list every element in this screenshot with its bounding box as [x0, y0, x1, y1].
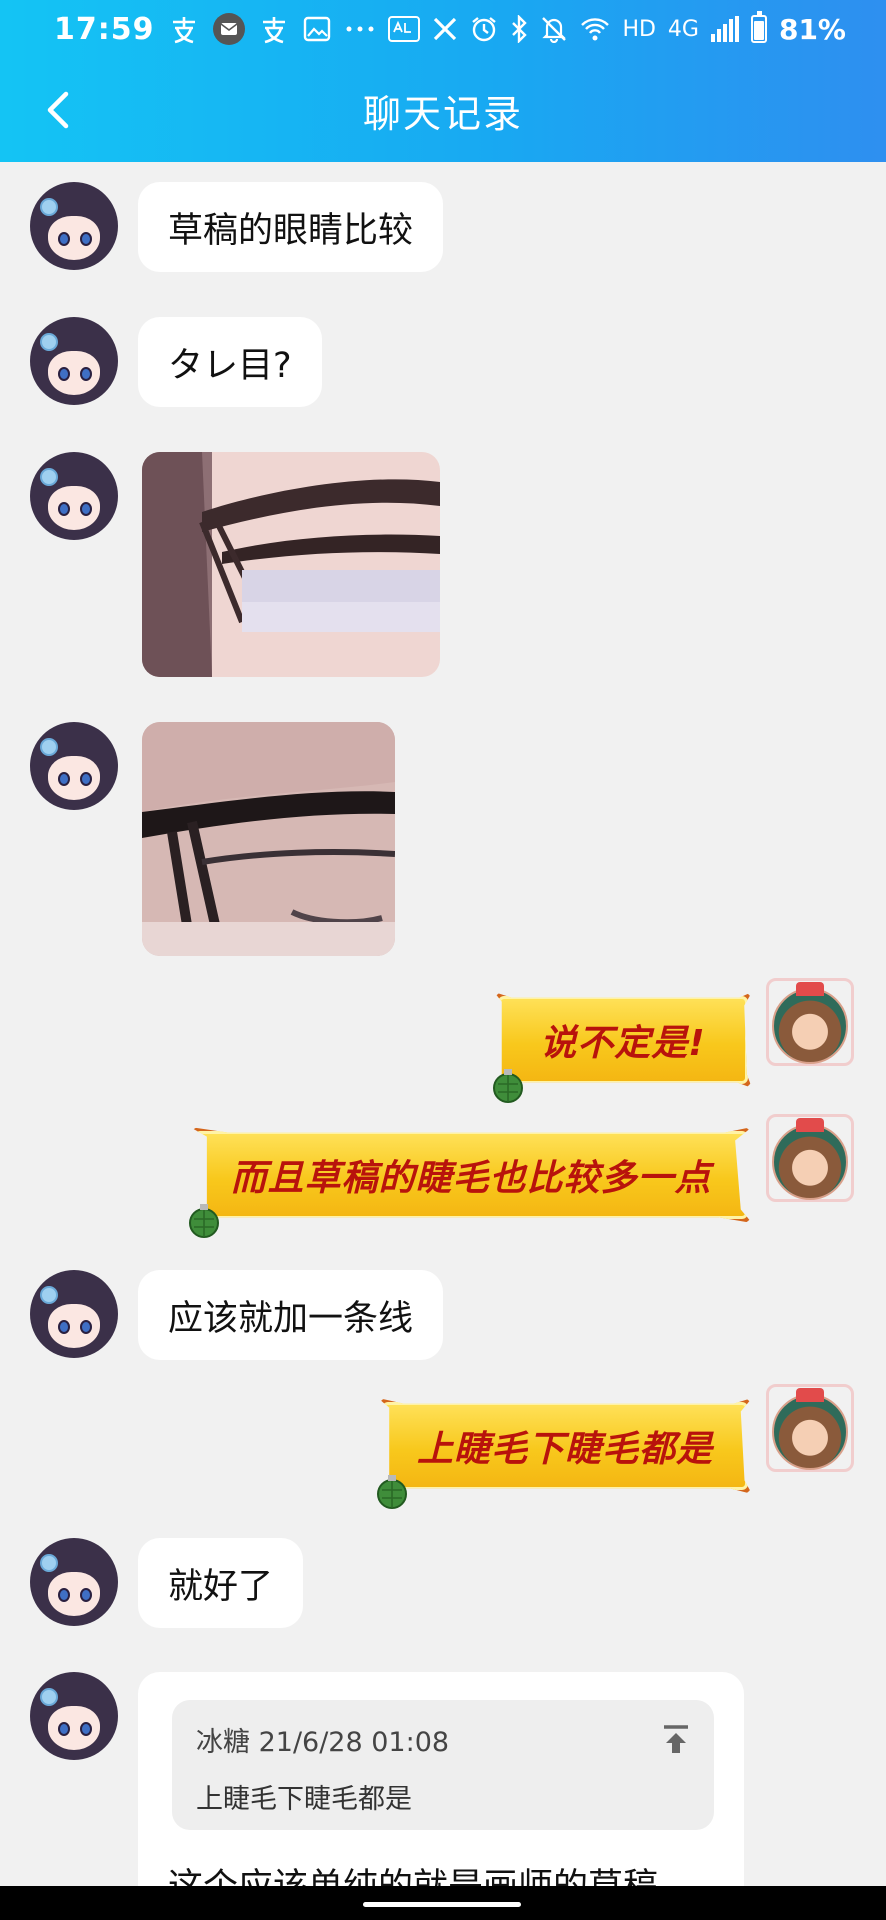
gallery-icon: [303, 16, 331, 42]
message-bubble[interactable]: 应该就加一条线: [138, 1270, 444, 1360]
status-time: 17:59: [54, 11, 155, 47]
more-notifications-icon: [345, 25, 375, 33]
eye-crop-image-2: [142, 722, 395, 956]
my-avatar[interactable]: [762, 974, 858, 1070]
avatar[interactable]: [30, 722, 118, 810]
pin-to-top-icon[interactable]: [658, 1722, 694, 1758]
quote-reply-text: 这个应该单纯的就是画师的草稿: [168, 1858, 658, 1886]
alipay-icon-2: [259, 14, 289, 44]
quoted-message[interactable]: 冰糖 21/6/28 01:08 上睫毛下睫毛都是: [172, 1700, 714, 1830]
signal-strength-icon: [710, 16, 739, 42]
battery-icon: [750, 11, 767, 43]
home-indicator[interactable]: [363, 1902, 521, 1907]
fancy-message-bubble[interactable]: 而且草稿的睫毛也比较多一点: [189, 1127, 752, 1238]
status-right: HD 4G 81%: [388, 11, 846, 46]
quote-reply-bubble[interactable]: 冰糖 21/6/28 01:08 上睫毛下睫毛都是 这个应该单纯的就是画师的草稿: [138, 1672, 744, 1886]
avatar[interactable]: [30, 1672, 118, 1760]
quoted-message-meta: 冰糖 21/6/28 01:08: [196, 1727, 450, 1758]
battery-percent: 81%: [778, 12, 846, 46]
back-button[interactable]: [30, 82, 86, 138]
wifi-icon: [580, 16, 610, 42]
navigation-bar: [0, 1886, 886, 1920]
image-message[interactable]: [142, 452, 440, 677]
alarm-icon: [470, 15, 498, 43]
email-icon: [212, 13, 245, 45]
network-hd-label: HD: [622, 16, 656, 42]
my-avatar[interactable]: [762, 1110, 858, 1206]
avatar[interactable]: [30, 1270, 118, 1358]
status-bar: 17:59 HD 4G 81%: [0, 0, 886, 58]
avatar[interactable]: [30, 452, 118, 540]
my-avatar[interactable]: [762, 1380, 858, 1476]
cell-4g-label: 4G: [667, 16, 699, 42]
chevron-left-icon: [47, 91, 69, 129]
avatar[interactable]: [30, 317, 118, 405]
bluetooth-icon: [510, 15, 528, 43]
image-message[interactable]: [142, 722, 395, 956]
fancy-message-text: 说不定是!: [540, 1023, 706, 1064]
grenade-icon: [493, 1069, 523, 1103]
chat-history-list[interactable]: 草稿的眼睛比较 タレ目? 说不定是! 而且草稿的睫毛也比较多一点 应该就加一条线…: [0, 162, 886, 1886]
grenade-icon: [189, 1204, 219, 1238]
page-title: 聊天记录: [362, 91, 523, 136]
grenade-icon: [377, 1475, 407, 1509]
status-left: 17:59: [54, 12, 375, 47]
fancy-message-bubble[interactable]: 说不定是!: [493, 992, 752, 1103]
quoted-message-text: 上睫毛下睫毛都是: [196, 1784, 412, 1815]
alipay-icon: [169, 14, 199, 44]
fancy-message-text: 上睫毛下睫毛都是: [417, 1429, 714, 1470]
message-bubble[interactable]: 草稿的眼睛比较: [138, 182, 444, 272]
avatar[interactable]: [30, 1538, 118, 1626]
silent-bell-icon: [540, 15, 568, 43]
message-bubble[interactable]: 就好了: [138, 1538, 304, 1628]
fancy-message-bubble[interactable]: 上睫毛下睫毛都是: [377, 1398, 752, 1509]
x-app-icon: [432, 16, 458, 42]
eye-crop-image-1: [142, 452, 440, 677]
fancy-message-text: 而且草稿的睫毛也比较多一点: [230, 1158, 712, 1199]
auto-refresh-rate-icon: [388, 16, 421, 42]
title-bar: 聊天记录: [0, 58, 886, 162]
app-header: 17:59 HD 4G 81% 聊天记录: [0, 0, 886, 162]
message-bubble[interactable]: タレ目?: [138, 317, 322, 407]
avatar[interactable]: [30, 182, 118, 270]
